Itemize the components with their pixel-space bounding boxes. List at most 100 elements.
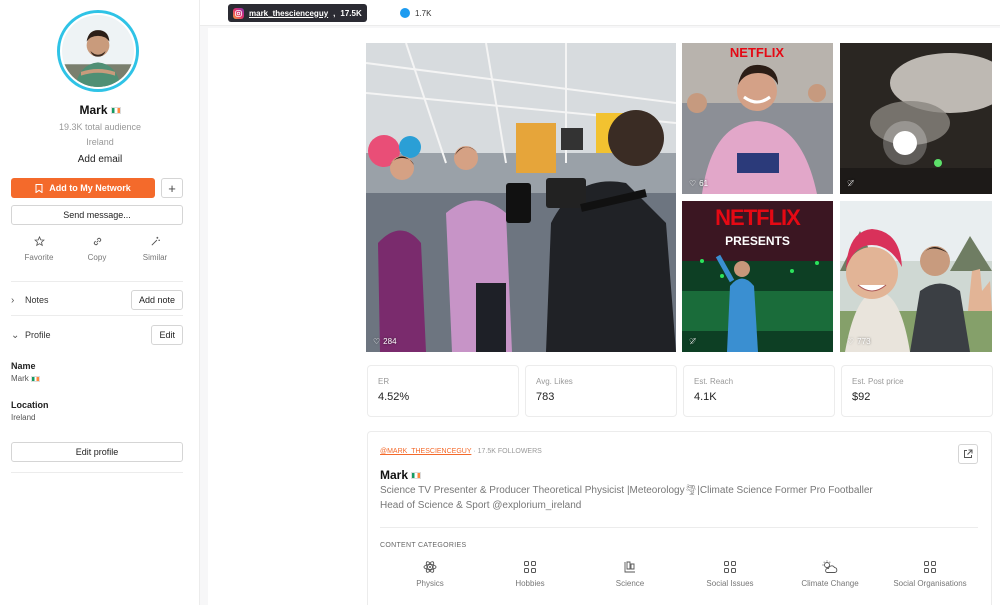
name-field-label: Name: [11, 361, 36, 371]
favorite-action[interactable]: Favorite: [11, 236, 67, 262]
category-label: Science: [615, 579, 645, 588]
heart-off-icon: ♡̸: [847, 179, 855, 188]
heart-off-icon: ♡̸: [689, 337, 697, 346]
profile-country: Ireland: [86, 137, 114, 147]
instagram-followers: 17.5K: [340, 8, 362, 18]
likes-badge: ♡ 61: [689, 179, 708, 188]
bookmark-icon: [35, 183, 43, 193]
cloud-sun-icon: [822, 560, 838, 573]
bio-card: @mark_thescienceguy · 17.5K FOLLOWERS Ma…: [367, 431, 992, 605]
heart-icon: ♡: [847, 337, 855, 346]
heart-icon: ♡: [689, 179, 697, 188]
quick-actions: Favorite Copy Similar: [11, 236, 183, 262]
category-label: Hobbies: [515, 579, 545, 588]
location-field-value: Ireland: [11, 413, 36, 422]
stat-value: $92: [852, 391, 871, 403]
stat-label: ER: [378, 377, 390, 386]
plus-button[interactable]: +: [161, 178, 183, 198]
likes-count: 773: [857, 337, 871, 346]
category-hobbies[interactable]: Hobbies: [480, 560, 580, 588]
chevron-right-icon: ›: [11, 294, 15, 306]
sidebar-divider: [11, 315, 183, 316]
stat-value: 4.52%: [378, 391, 410, 403]
post-thumbnail[interactable]: NETFLIX PRESENTS ♡̸: [682, 201, 833, 352]
category-label: Climate Change: [801, 579, 859, 588]
stat-card-avg-likes: Avg. Likes 783: [525, 365, 677, 417]
profile-sidebar: Mark 19.3K total audience Ireland Add em…: [0, 0, 200, 605]
instagram-tab[interactable]: mark_thescienceguy, 17.5K: [228, 4, 367, 22]
flask-icon: [624, 561, 635, 573]
stat-value: 4.1K: [694, 391, 717, 403]
sidebar-divider: [11, 472, 183, 473]
ireland-flag-icon: [110, 107, 121, 115]
send-message-button[interactable]: Send message...: [11, 205, 183, 225]
post-thumbnail[interactable]: NETFLIX ♡ 61: [682, 43, 833, 194]
content-categories: Physics Hobbies Science Social Issues Cl…: [380, 560, 980, 588]
twitter-tab[interactable]: 1.7K: [400, 8, 431, 18]
location-field-label: Location: [11, 400, 49, 410]
category-label: Physics: [416, 579, 444, 588]
likes-count: 61: [699, 179, 709, 188]
edit-button[interactable]: Edit: [151, 325, 183, 345]
ireland-flag-icon: [30, 375, 40, 382]
add-note-button[interactable]: Add note: [130, 290, 183, 310]
category-label: Social Organisations: [893, 579, 967, 588]
bio-line: Head of Science & Sport @explorium_irela…: [380, 500, 582, 511]
notes-label: Notes: [25, 295, 49, 305]
copy-label: Copy: [87, 253, 107, 262]
twitter-followers: 1.7K: [415, 8, 432, 18]
similar-label: Similar: [142, 253, 168, 262]
category-climate-change[interactable]: Climate Change: [780, 560, 880, 588]
stat-card-est-post-price: Est. Post price $92: [841, 365, 993, 417]
stat-value: 783: [536, 391, 555, 403]
likes-badge: ♡ 773: [847, 337, 871, 346]
notes-section[interactable]: › Notes Add note: [11, 289, 183, 311]
bio-divider: [380, 527, 978, 528]
profile-name: Mark: [0, 103, 200, 117]
stat-label: Est. Reach: [694, 377, 734, 386]
add-email-link[interactable]: Add email: [0, 154, 200, 165]
sidebar-divider: [11, 281, 183, 282]
stat-label: Est. Post price: [852, 377, 904, 386]
post-thumbnail[interactable]: ♡̸: [840, 43, 992, 194]
bio-followers: 17.5K FOLLOWERS: [477, 448, 542, 455]
star-icon: [33, 236, 45, 247]
svg-text:NETFLIX: NETFLIX: [730, 45, 784, 60]
open-external-button[interactable]: [958, 444, 978, 464]
avatar[interactable]: [57, 10, 139, 92]
post-image-selfie: [840, 201, 992, 352]
favorite-label: Favorite: [24, 253, 54, 262]
category-physics[interactable]: Physics: [380, 560, 480, 588]
chevron-down-icon: ⌄: [11, 329, 20, 341]
add-to-network-label: Add to My Network: [49, 183, 131, 193]
avatar-photo: [62, 15, 134, 87]
category-science[interactable]: Science: [580, 560, 680, 588]
profile-section-label: Profile: [25, 330, 51, 340]
platform-bar: mark_thescienceguy, 17.5K 1.7K: [200, 0, 1000, 26]
stat-label: Avg. Likes: [536, 377, 573, 386]
post-image-dark-smoke: [840, 43, 992, 194]
heart-icon: ♡: [373, 337, 381, 346]
netflix-subtitle: PRESENTS: [725, 234, 790, 248]
copy-action[interactable]: Copy: [69, 236, 125, 262]
add-to-network-button[interactable]: Add to My Network: [11, 178, 155, 198]
profile-section[interactable]: ⌄ Profile Edit: [11, 324, 183, 346]
profile-name-text: Mark: [79, 103, 108, 117]
bio-handle-link[interactable]: @mark_thescienceguy: [380, 448, 471, 455]
likes-hidden-badge: ♡̸: [689, 337, 696, 346]
bio-handle-line: @mark_thescienceguy · 17.5K FOLLOWERS: [380, 448, 542, 455]
post-thumbnail[interactable]: ♡ 773: [840, 201, 992, 352]
likes-count: 284: [383, 337, 397, 346]
atom-icon: [423, 561, 437, 573]
post-thumbnail[interactable]: ♡ 284: [366, 43, 676, 352]
stat-card-est-reach: Est. Reach 4.1K: [683, 365, 835, 417]
post-image-netflix-hoodie: NETFLIX: [682, 43, 833, 194]
similar-action[interactable]: Similar: [127, 236, 183, 262]
edit-profile-button[interactable]: Edit profile: [11, 442, 183, 462]
name-field-value: Mark: [11, 374, 40, 383]
stat-card-er: ER 4.52%: [367, 365, 519, 417]
link-icon: [93, 237, 101, 246]
category-social-issues[interactable]: Social Issues: [680, 560, 780, 588]
category-social-organisations[interactable]: Social Organisations: [880, 560, 980, 588]
grid-icon: [524, 561, 536, 573]
